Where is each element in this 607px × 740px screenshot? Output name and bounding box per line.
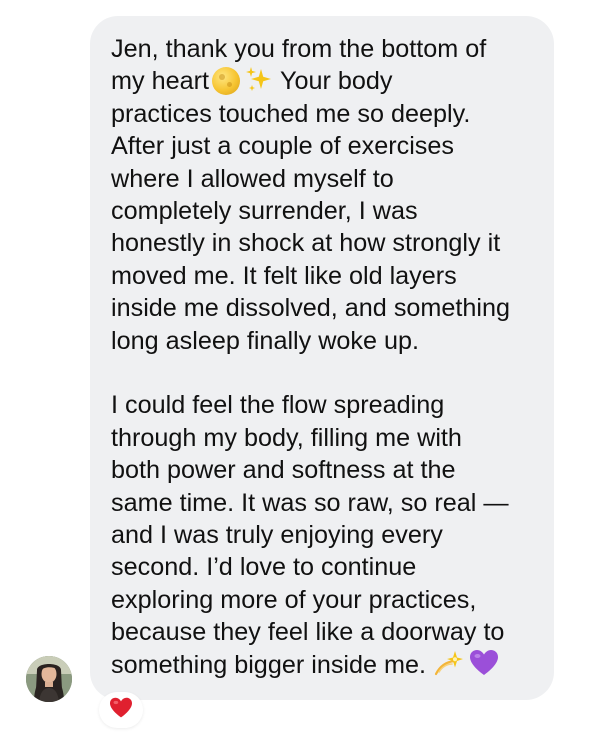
message-line: and I was truly enjoying every: [111, 521, 443, 550]
message-line: my heart Your body: [111, 65, 532, 97]
sender-avatar[interactable]: [26, 656, 72, 702]
message-line: something bigger inside me.: [111, 649, 532, 681]
message-line: practices touched me so deeply.: [111, 99, 471, 128]
message-line: inside me dissolved, and something: [111, 294, 511, 323]
message-paragraph-1: Jen, thank you from the bottom of my hea…: [111, 33, 532, 357]
message-bubble[interactable]: Jen, thank you from the bottom of my hea…: [90, 16, 554, 700]
message-text: my heart: [111, 67, 209, 96]
message-paragraph-2: I could feel the flow spreading through …: [111, 389, 532, 681]
message-line: After just a couple of exercises: [111, 132, 454, 161]
dizzy-icon: [432, 648, 464, 678]
message-line: I could feel the flow spreading: [111, 391, 445, 420]
message-line: Jen, thank you from the bottom of: [111, 35, 487, 63]
message-line: long asleep finally woke up.: [111, 326, 420, 355]
message-line: exploring more of your practices,: [111, 585, 477, 614]
message-line: because they feel like a doorway to: [111, 618, 505, 647]
message-line: completely surrender, I was: [111, 197, 418, 226]
message-line: where I allowed myself to: [111, 164, 394, 193]
message-line: through my body, filling me with: [111, 423, 462, 452]
message-line: same time. It was so raw, so real —: [111, 488, 509, 517]
message-line: second. I’d love to continue: [111, 553, 417, 582]
message-text: Your body: [279, 67, 393, 96]
message-line: honestly in shock at how strongly it: [111, 229, 501, 258]
chat-view: Jen, thank you from the bottom of my hea…: [0, 0, 607, 740]
message-line: both power and softness at the: [111, 456, 456, 485]
message-text: something bigger inside me.: [111, 650, 427, 679]
message-line: moved me. It felt like old layers: [111, 261, 457, 290]
sparkles-icon: [244, 65, 274, 95]
red-heart-icon: [109, 697, 133, 724]
reaction-badge[interactable]: [99, 692, 143, 728]
purple-heart-icon: [469, 649, 499, 677]
moon-icon: [211, 66, 240, 95]
